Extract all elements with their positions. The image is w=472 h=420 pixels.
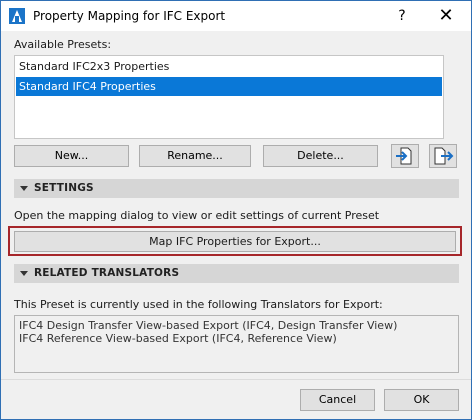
import-icon — [396, 147, 412, 165]
dialog-window: Property Mapping for IFC Export ? ✕ Avai… — [0, 0, 472, 420]
list-item: IFC4 Design Transfer View-based Export (… — [19, 319, 398, 332]
delete-preset-button[interactable]: Delete... — [263, 145, 378, 167]
ok-button[interactable]: OK — [384, 389, 459, 411]
export-icon — [434, 147, 454, 165]
title-bar[interactable]: Property Mapping for IFC Export ? ✕ — [1, 1, 471, 31]
archicad-app-icon — [9, 8, 25, 24]
list-item[interactable]: Standard IFC2x3 Properties — [16, 57, 442, 76]
rename-preset-button[interactable]: Rename... — [139, 145, 251, 167]
list-item: IFC4 Reference View-based Export (IFC4, … — [19, 332, 337, 345]
related-translators-section-label: RELATED TRANSLATORS — [34, 267, 180, 279]
collapse-triangle-icon — [20, 271, 28, 276]
list-item-selected[interactable]: Standard IFC4 Properties — [16, 77, 442, 96]
translators-list: IFC4 Design Transfer View-based Export (… — [14, 315, 459, 373]
settings-section-label: SETTINGS — [34, 182, 94, 194]
export-preset-button[interactable] — [429, 144, 457, 168]
settings-description: Open the mapping dialog to view or edit … — [14, 209, 380, 222]
available-presets-label: Available Presets: — [14, 38, 112, 51]
settings-section-header[interactable]: SETTINGS — [14, 179, 459, 198]
related-translators-description: This Preset is currently used in the fol… — [14, 298, 383, 311]
footer-divider — [1, 379, 471, 380]
related-translators-section-header[interactable]: RELATED TRANSLATORS — [14, 264, 459, 283]
close-button[interactable]: ✕ — [429, 5, 463, 27]
help-button[interactable]: ? — [385, 5, 419, 27]
new-preset-button[interactable]: New... — [14, 145, 129, 167]
dialog-title: Property Mapping for IFC Export — [33, 9, 226, 23]
import-preset-button[interactable] — [391, 144, 419, 168]
map-ifc-properties-button[interactable]: Map IFC Properties for Export... — [14, 231, 456, 252]
collapse-triangle-icon — [20, 186, 28, 191]
cancel-button[interactable]: Cancel — [300, 389, 375, 411]
presets-list[interactable]: Standard IFC2x3 Properties Standard IFC4… — [14, 55, 444, 139]
